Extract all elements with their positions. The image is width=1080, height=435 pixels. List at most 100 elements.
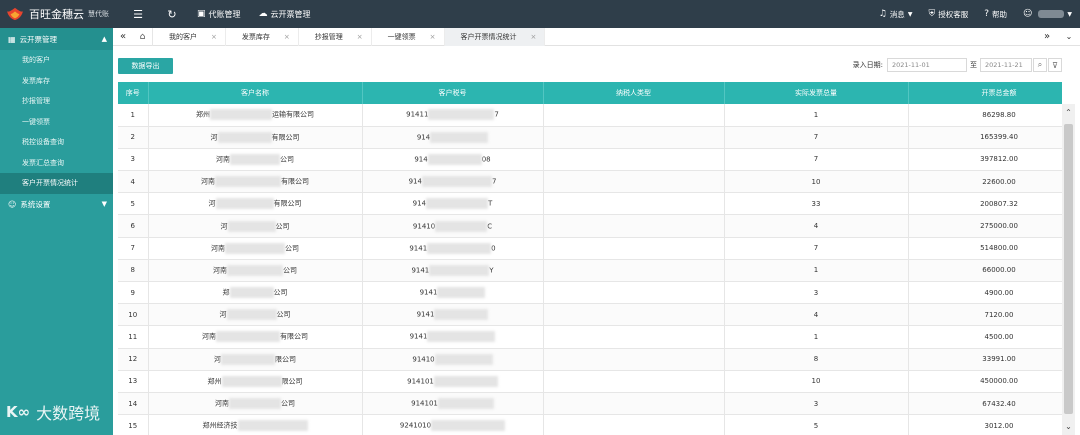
cell-tax-id: 91411 7 (362, 104, 544, 127)
cell-client-name: 河南 有限公司 (148, 325, 363, 349)
cell-taxpayer-type (543, 170, 725, 194)
cell-tax-id: 9141 (362, 303, 544, 327)
brand[interactable]: 百旺金穗云 慧代账 (0, 0, 113, 28)
topnav-cloud-invoicing[interactable]: ☁ 云开票管理 (259, 9, 311, 20)
table-row[interactable]: 8 河南 公司 9141 Y 1 66000.00 (118, 259, 1062, 283)
cell-total-amount: 67432.40 (908, 392, 1062, 416)
tax-id-suffix: 0 (491, 244, 496, 253)
header-invoice-count[interactable]: 实际发票总量 (724, 82, 909, 104)
cell-invoice-count: 33 (724, 192, 909, 216)
tabs-menu-chevron-icon[interactable]: ⌄ (1058, 32, 1080, 41)
cell-client-name: 河 有限公司 (148, 192, 363, 216)
cell-index: 8 (118, 259, 149, 283)
header-total-amount[interactable]: 开票总金额 (908, 82, 1062, 104)
client-name-suffix: 限公司 (275, 355, 296, 364)
sidebar-group-system-settings[interactable]: ☺ 系统设置 ▼ (0, 194, 113, 215)
tabs-scroll-left-icon[interactable]: « (113, 31, 133, 42)
topnav-label: 云开票管理 (270, 9, 311, 19)
close-icon[interactable]: × (284, 33, 290, 41)
table-scrollbar[interactable]: ⌃ ⌄ (1062, 104, 1075, 435)
table-row[interactable]: 15 郑州经济技 9241010 5 3012.00 (118, 414, 1062, 435)
tab-my-clients[interactable]: 我的客户 × (153, 27, 226, 46)
table-row[interactable]: 9 郑 公司 9141 3 4900.00 (118, 281, 1062, 305)
date-to-input[interactable]: 2021-11-21 (980, 58, 1032, 72)
close-icon[interactable]: × (531, 33, 537, 41)
table-row[interactable]: 4 河南 有限公司 914 7 10 22600.00 (118, 170, 1062, 194)
tab-label: 发票库存 (241, 32, 270, 41)
scroll-up-icon[interactable]: ⌃ (1062, 108, 1075, 117)
table-row[interactable]: 10 河 公司 9141 4 7120.00 (118, 303, 1062, 327)
auth-label: 授权客服 (938, 9, 969, 19)
home-icon[interactable]: ⌂ (133, 27, 153, 46)
sidebar-item-invoice-summary[interactable]: 发票汇总查询 (0, 153, 113, 174)
table-row[interactable]: 14 河南 公司 914101 3 67432.40 (118, 392, 1062, 416)
close-icon[interactable]: × (357, 33, 363, 41)
cell-client-name: 郑州 限公司 (148, 370, 363, 393)
toolbar: 数据导出 录入日期: 2021-11-01 至 2021-11-21 ⌕ ⊽ (113, 46, 1080, 80)
table-row[interactable]: 12 河 限公司 91410 8 33991.00 (118, 348, 1062, 371)
tab-invoice-stock[interactable]: 发票库存 × (226, 27, 299, 46)
chevron-down-icon: ▼ (907, 10, 913, 18)
close-icon[interactable]: × (430, 33, 436, 41)
client-name-prefix: 郑州经济技 (202, 421, 238, 430)
header-client-name[interactable]: 客户名称 (148, 82, 363, 104)
messages-button[interactable]: ♫ 消息 ▼ (879, 9, 913, 20)
auth-service-button[interactable]: ⛨ 授权客服 (928, 9, 968, 20)
table-row[interactable]: 3 河南 公司 914 08 7 397812.00 (118, 148, 1062, 172)
table-row[interactable]: 7 河南 公司 9141 0 7 514800.00 (118, 237, 1062, 260)
cell-client-name: 河 限公司 (148, 348, 363, 371)
filter-icon[interactable]: ⊽ (1048, 58, 1062, 72)
header-index[interactable]: 序号 (118, 82, 149, 104)
cell-taxpayer-type (543, 126, 725, 149)
header-tax-id[interactable]: 客户税号 (362, 82, 544, 104)
tab-one-click-claim[interactable]: 一键领票 × (372, 27, 445, 46)
search-icon[interactable]: ⌕ (1033, 58, 1047, 72)
top-bar: 百旺金穗云 慧代账 ☰ ↻ ▣ 代账管理 ☁ 云开票管理 ♫ 消息 ▼ ⛨ 授权… (0, 0, 1080, 28)
tax-id-suffix: C (487, 222, 493, 231)
redacted-block (426, 198, 489, 210)
table-row[interactable]: 5 河 有限公司 914 T 33 200807.32 (118, 192, 1062, 216)
watermark-logo-icon: K∞ (6, 403, 31, 421)
tab-client-invoice-stats[interactable]: 客户开票情况统计 × (444, 27, 546, 46)
client-name-prefix: 河 (214, 355, 221, 364)
cell-invoice-count: 4 (724, 214, 909, 238)
table-row[interactable]: 13 郑州 限公司 914101 10 450000.00 (118, 370, 1062, 393)
tabs-scroll-right-icon[interactable]: » (1036, 31, 1058, 42)
cell-tax-id: 914101 (362, 392, 544, 416)
table-row[interactable]: 11 河南 有限公司 9141 1 4500.00 (118, 325, 1062, 349)
client-name-suffix: 公司 (280, 155, 294, 164)
sidebar-item-report-management[interactable]: 抄报管理 (0, 91, 113, 112)
close-icon[interactable]: × (211, 33, 217, 41)
client-name-suffix: 公司 (283, 266, 297, 275)
help-button[interactable]: ? 帮助 (984, 9, 1007, 20)
cell-taxpayer-type (543, 414, 725, 435)
cell-taxpayer-type (543, 214, 725, 238)
shield-icon: ⛨ (928, 9, 936, 19)
date-label: 录入日期: (852, 61, 883, 69)
tab-report-management[interactable]: 抄报管理 × (299, 27, 372, 46)
sidebar-item-invoice-stock[interactable]: 发票库存 (0, 71, 113, 92)
sidebar-item-tax-device-query[interactable]: 税控设备查询 (0, 132, 113, 153)
user-menu[interactable]: ☺ ▼ (1023, 9, 1072, 19)
scrollbar-thumb[interactable] (1064, 124, 1073, 414)
sidebar-item-one-click-claim[interactable]: 一键领票 (0, 112, 113, 133)
client-name-suffix: 限公司 (281, 377, 303, 386)
table-row[interactable]: 6 河 公司 91410 C 4 275000.00 (118, 214, 1062, 238)
table-row[interactable]: 2 河 有限公司 914 7 165399.40 (118, 126, 1062, 149)
sidebar-item-my-clients[interactable]: 我的客户 (0, 50, 113, 71)
topnav-agency-management[interactable]: ▣ 代账管理 (197, 9, 241, 20)
refresh-icon[interactable]: ↻ (163, 5, 181, 23)
header-taxpayer-type[interactable]: 纳税人类型 (543, 82, 725, 104)
table-row[interactable]: 1 郑州 运输有限公司 91411 7 1 86298.80 (118, 104, 1062, 127)
sidebar-item-client-invoice-stats[interactable]: 客户开票情况统计 (0, 173, 113, 194)
export-data-button[interactable]: 数据导出 (118, 58, 173, 74)
menu-toggle-icon[interactable]: ☰ (129, 5, 147, 23)
cell-client-name: 河南 公司 (148, 259, 363, 283)
redacted-block (229, 287, 274, 299)
scroll-down-icon[interactable]: ⌄ (1062, 422, 1075, 431)
sidebar-group-cloud-invoicing[interactable]: ▦ 云开票管理 ▲ (0, 28, 113, 50)
date-from-input[interactable]: 2021-11-01 (887, 58, 967, 72)
cell-total-amount: 3012.00 (908, 414, 1062, 435)
sidebar-group-label: 云开票管理 (19, 34, 58, 44)
cell-index: 6 (118, 214, 149, 238)
